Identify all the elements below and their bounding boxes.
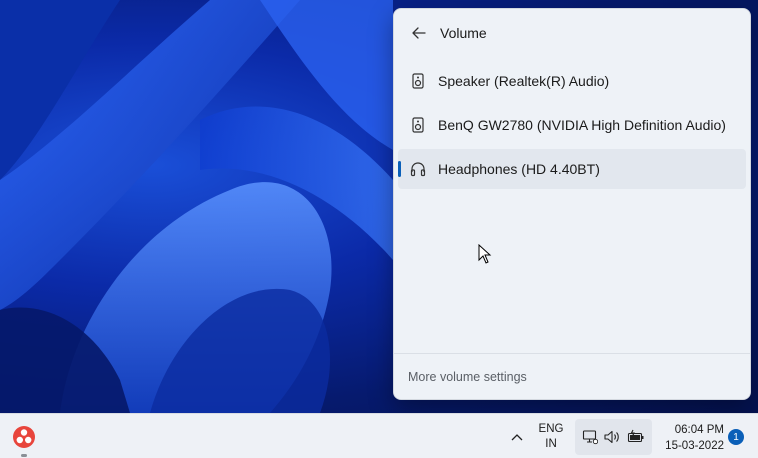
clock-date: 15-03-2022: [665, 440, 724, 452]
device-label: Headphones (HD 4.40BT): [438, 161, 600, 177]
taskbar-app-button[interactable]: [10, 423, 38, 451]
speaker-icon: [410, 73, 426, 89]
clock-time: 06:04 PM: [674, 424, 724, 436]
app-logo-icon: [13, 426, 35, 448]
language-region: IN: [545, 438, 557, 450]
volume-flyout: Volume Speaker (Realtek(R) Audio) BenQ G…: [393, 8, 751, 400]
device-label: Speaker (Realtek(R) Audio): [438, 73, 610, 89]
show-hidden-icons-button[interactable]: [507, 428, 527, 446]
volume-icon: [603, 429, 621, 445]
headphones-icon: [410, 161, 426, 177]
more-volume-settings-link[interactable]: More volume settings: [394, 353, 750, 399]
taskbar: ENG IN 06:04 PM 15-03-2022 1: [0, 413, 758, 458]
device-item-headphones[interactable]: Headphones (HD 4.40BT): [398, 149, 746, 189]
battery-charging-icon: [627, 429, 645, 445]
back-arrow-icon: [412, 27, 426, 39]
mouse-cursor-icon: [478, 243, 492, 269]
flyout-title: Volume: [440, 25, 487, 41]
device-label: BenQ GW2780 (NVIDIA High Definition Audi…: [438, 117, 726, 133]
clock[interactable]: 06:04 PM 15-03-2022: [656, 422, 724, 454]
flyout-header: Volume: [394, 9, 750, 57]
language-indicator[interactable]: ENG IN: [534, 422, 568, 452]
back-button[interactable]: [408, 22, 430, 44]
speaker-icon: [410, 117, 426, 133]
language-code: ENG: [538, 423, 564, 435]
chevron-up-icon: [511, 434, 523, 441]
notification-badge[interactable]: 1: [728, 429, 744, 445]
quick-settings-button[interactable]: [575, 419, 652, 455]
audio-device-list: Speaker (Realtek(R) Audio) BenQ GW2780 (…: [394, 61, 750, 189]
device-item-speaker-realtek[interactable]: Speaker (Realtek(R) Audio): [398, 61, 746, 101]
network-icon: [582, 429, 598, 445]
device-item-benq-monitor[interactable]: BenQ GW2780 (NVIDIA High Definition Audi…: [398, 105, 746, 145]
running-indicator: [21, 454, 27, 457]
